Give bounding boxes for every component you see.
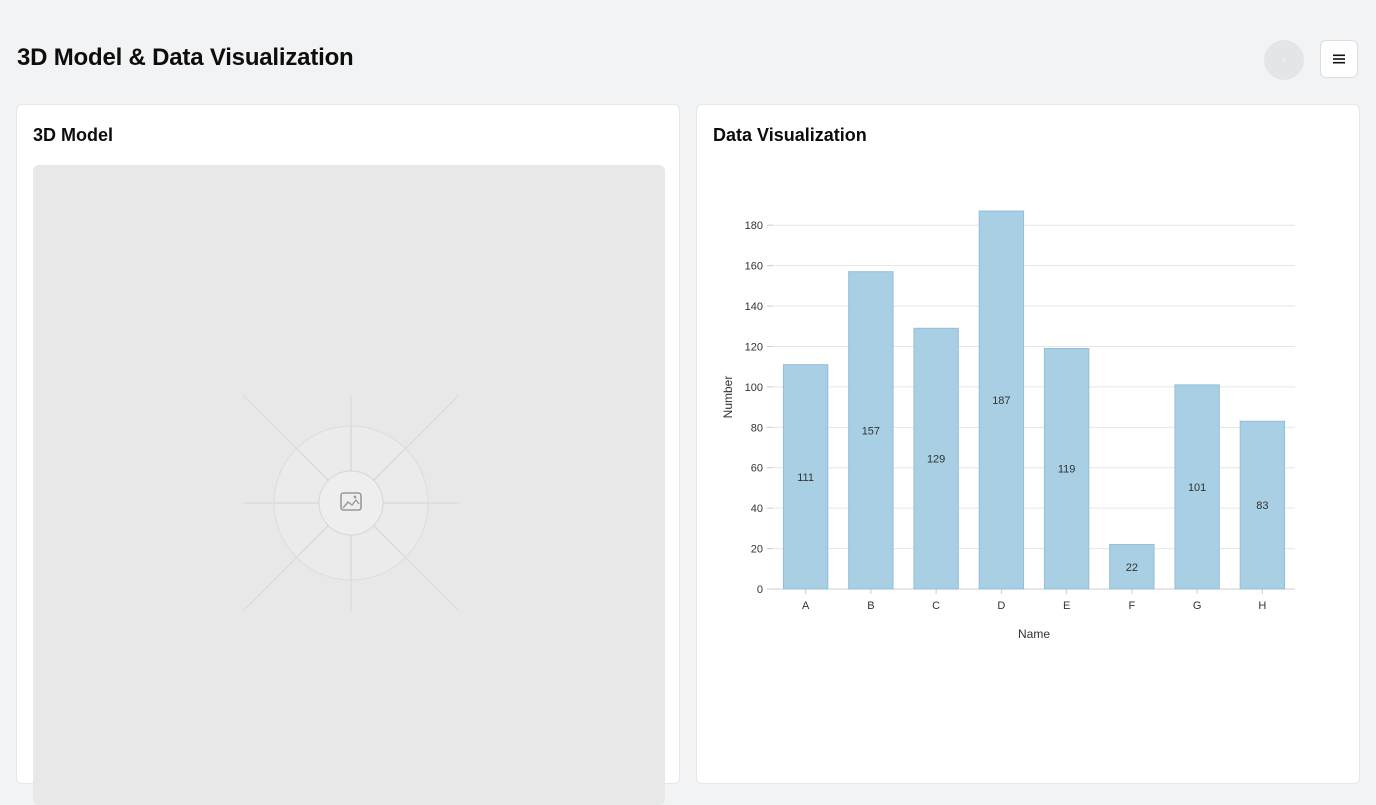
y-tick-label: 80 bbox=[751, 422, 763, 434]
bar-chart: 0 20 40 60 80 100 120 140 160 180 111 A 157 B 129 C 187 D… bbox=[713, 165, 1345, 665]
model-viewport[interactable] bbox=[33, 165, 665, 805]
y-tick-label: 100 bbox=[745, 382, 763, 394]
bar-value-label: 111 bbox=[797, 472, 814, 484]
menu-button[interactable] bbox=[1320, 40, 1358, 78]
bar-value-label: 22 bbox=[1126, 562, 1138, 574]
x-axis-title: Name bbox=[1018, 627, 1050, 641]
y-tick-label: 160 bbox=[745, 261, 763, 273]
model-placeholder-graphic bbox=[243, 395, 459, 611]
model-card-title: 3D Model bbox=[33, 125, 114, 145]
bar-value-label: 129 bbox=[927, 454, 945, 466]
x-tick-label: H bbox=[1258, 600, 1266, 612]
y-tick-label: 20 bbox=[751, 544, 763, 556]
bar-value-label: 119 bbox=[1058, 464, 1076, 476]
avatar[interactable] bbox=[1264, 40, 1304, 80]
bar-value-label: 187 bbox=[992, 395, 1010, 407]
x-tick-label: D bbox=[997, 600, 1005, 612]
y-tick-label: 180 bbox=[745, 220, 763, 232]
y-tick-label: 140 bbox=[745, 301, 763, 313]
page-title: 3D Model & Data Visualization bbox=[17, 44, 354, 71]
x-tick-label: F bbox=[1129, 600, 1136, 612]
x-tick-label: E bbox=[1063, 600, 1070, 612]
x-tick-label: G bbox=[1193, 600, 1202, 612]
x-tick-label: B bbox=[867, 600, 874, 612]
x-tick-label: A bbox=[802, 600, 810, 612]
bar-value-label: 101 bbox=[1188, 482, 1206, 494]
y-tick-label: 0 bbox=[757, 584, 763, 596]
chart-card: Data Visualization 0 20 40 60 80 100 120 140 160… bbox=[696, 104, 1360, 784]
y-tick-label: 120 bbox=[745, 341, 763, 353]
y-tick-label: 40 bbox=[751, 503, 763, 515]
avatar-indicator bbox=[1282, 58, 1286, 62]
y-axis-title: Number bbox=[721, 376, 735, 419]
hamburger-menu-icon bbox=[1333, 54, 1345, 64]
model-card: 3D Model bbox=[16, 104, 680, 805]
bar-chart-svg: 0 20 40 60 80 100 120 140 160 180 111 A 157 B 129 C 187 D… bbox=[721, 210, 1295, 641]
x-tick-label: C bbox=[932, 600, 940, 612]
chart-card-title: Data Visualization bbox=[713, 125, 867, 145]
y-tick-label: 60 bbox=[751, 463, 763, 475]
bar-value-label: 157 bbox=[862, 425, 880, 437]
bar-value-label: 83 bbox=[1256, 500, 1268, 512]
app-header: 3D Model & Data Visualization bbox=[0, 0, 1376, 104]
